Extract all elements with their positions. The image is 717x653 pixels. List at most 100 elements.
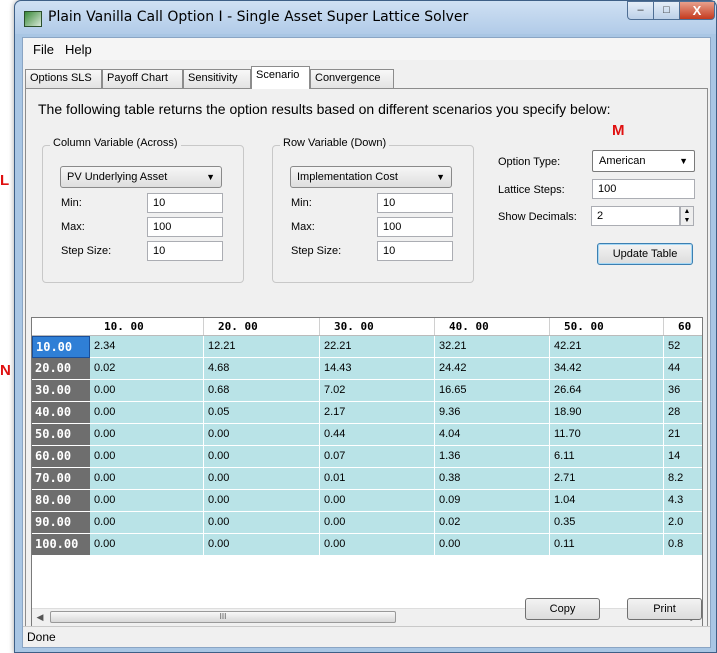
option-type-dropdown[interactable]: American ▼ (592, 150, 695, 172)
table-row[interactable]: 10.00 2.34 12.21 22.21 32.21 42.21 52 (32, 336, 702, 358)
table-cell[interactable]: 24.42 (435, 358, 550, 380)
table-cell[interactable]: 0.05 (204, 402, 320, 424)
table-cell[interactable]: 0.44 (320, 424, 435, 446)
table-row[interactable]: 90.00 0.00 0.00 0.00 0.02 0.35 2.0 (32, 512, 702, 534)
table-cell[interactable]: 0.01 (320, 468, 435, 490)
table-cell[interactable]: 0.09 (435, 490, 550, 512)
table-cell[interactable]: 32.21 (435, 336, 550, 358)
table-cell[interactable]: 0.11 (550, 534, 664, 556)
table-row[interactable]: 30.00 0.00 0.68 7.02 16.65 26.64 36 (32, 380, 702, 402)
table-cell[interactable]: 0.00 (320, 534, 435, 556)
table-cell[interactable]: 0.8 (664, 534, 702, 556)
column-variable-dropdown[interactable]: PV Underlying Asset ▼ (60, 166, 222, 188)
row-min-field[interactable]: 10 (377, 193, 453, 213)
table-cell[interactable]: 0.00 (90, 468, 204, 490)
table-cell[interactable]: 0.00 (90, 446, 204, 468)
column-header[interactable]: 10. 00 (90, 318, 204, 335)
horizontal-scrollbar[interactable]: ◀ III ▶ (32, 608, 702, 626)
tab-payoff-chart[interactable]: Payoff Chart (102, 69, 183, 88)
column-max-field[interactable]: 100 (147, 217, 223, 237)
decimals-spinner[interactable]: ▲ ▼ (680, 206, 694, 226)
column-header[interactable]: 40. 00 (435, 318, 550, 335)
table-row[interactable]: 50.00 0.00 0.00 0.44 4.04 11.70 21 (32, 424, 702, 446)
table-cell[interactable]: 0.00 (435, 534, 550, 556)
table-cell[interactable]: 4.68 (204, 358, 320, 380)
table-cell[interactable]: 4.04 (435, 424, 550, 446)
row-variable-dropdown[interactable]: Implementation Cost ▼ (290, 166, 452, 188)
table-cell[interactable]: 0.00 (204, 512, 320, 534)
table-row[interactable]: 100.00 0.00 0.00 0.00 0.00 0.11 0.8 (32, 534, 702, 556)
column-header[interactable]: 20. 00 (204, 318, 320, 335)
table-cell[interactable]: 0.00 (204, 468, 320, 490)
row-max-field[interactable]: 100 (377, 217, 453, 237)
tab-options-sls[interactable]: Options SLS (25, 69, 102, 88)
column-header[interactable]: 30. 00 (320, 318, 435, 335)
table-cell[interactable]: 0.00 (320, 512, 435, 534)
table-row[interactable]: 80.00 0.00 0.00 0.00 0.09 1.04 4.3 (32, 490, 702, 512)
table-row[interactable]: 70.00 0.00 0.00 0.01 0.38 2.71 8.2 (32, 468, 702, 490)
table-cell[interactable]: 0.38 (435, 468, 550, 490)
table-cell[interactable]: 4.3 (664, 490, 702, 512)
table-row[interactable]: 60.00 0.00 0.00 0.07 1.36 6.11 14 (32, 446, 702, 468)
table-cell[interactable]: 14 (664, 446, 702, 468)
table-cell[interactable]: 0.68 (204, 380, 320, 402)
results-grid[interactable]: 10. 00 20. 00 30. 00 40. 00 50. 00 60 10… (31, 317, 703, 627)
table-cell[interactable]: 16.65 (435, 380, 550, 402)
table-cell[interactable]: 0.00 (90, 402, 204, 424)
table-cell[interactable]: 28 (664, 402, 702, 424)
table-row[interactable]: 20.00 0.02 4.68 14.43 24.42 34.42 44 (32, 358, 702, 380)
table-cell[interactable]: 0.07 (320, 446, 435, 468)
table-cell[interactable]: 12.21 (204, 336, 320, 358)
menu-file[interactable]: File (33, 42, 54, 57)
row-step-field[interactable]: 10 (377, 241, 453, 261)
table-cell[interactable]: 0.00 (90, 512, 204, 534)
row-header[interactable]: 50.00 (32, 424, 90, 446)
table-cell[interactable]: 7.02 (320, 380, 435, 402)
table-cell[interactable]: 2.71 (550, 468, 664, 490)
table-cell[interactable]: 2.0 (664, 512, 702, 534)
row-header[interactable]: 10.00 (32, 336, 90, 358)
row-header[interactable]: 80.00 (32, 490, 90, 512)
close-button[interactable]: X (679, 1, 715, 20)
table-cell[interactable]: 52 (664, 336, 702, 358)
table-cell[interactable]: 0.00 (90, 424, 204, 446)
row-header[interactable]: 90.00 (32, 512, 90, 534)
menu-help[interactable]: Help (65, 42, 92, 57)
table-cell[interactable]: 14.43 (320, 358, 435, 380)
table-cell[interactable]: 11.70 (550, 424, 664, 446)
minimize-button[interactable]: – (627, 1, 654, 20)
table-cell[interactable]: 0.00 (90, 490, 204, 512)
table-cell[interactable]: 0.02 (435, 512, 550, 534)
table-cell[interactable]: 6.11 (550, 446, 664, 468)
table-cell[interactable]: 1.04 (550, 490, 664, 512)
row-header[interactable]: 70.00 (32, 468, 90, 490)
table-row[interactable]: 40.00 0.00 0.05 2.17 9.36 18.90 28 (32, 402, 702, 424)
table-cell[interactable]: 8.2 (664, 468, 702, 490)
row-header[interactable]: 30.00 (32, 380, 90, 402)
table-cell[interactable]: 0.00 (204, 424, 320, 446)
table-cell[interactable]: 0.02 (90, 358, 204, 380)
table-cell[interactable]: 0.00 (204, 446, 320, 468)
print-button[interactable]: Print (627, 598, 702, 620)
table-cell[interactable]: 34.42 (550, 358, 664, 380)
table-cell[interactable]: 0.35 (550, 512, 664, 534)
column-min-field[interactable]: 10 (147, 193, 223, 213)
table-cell[interactable]: 1.36 (435, 446, 550, 468)
row-header[interactable]: 60.00 (32, 446, 90, 468)
title-bar[interactable]: Plain Vanilla Call Option I - Single Ass… (15, 1, 716, 34)
row-header[interactable]: 100.00 (32, 534, 90, 556)
maximize-button[interactable]: □ (653, 1, 680, 20)
scroll-left-icon[interactable]: ◀ (32, 609, 48, 625)
table-cell[interactable]: 42.21 (550, 336, 664, 358)
tab-scenario[interactable]: Scenario (251, 66, 310, 89)
copy-button[interactable]: Copy (525, 598, 600, 620)
row-header[interactable]: 20.00 (32, 358, 90, 380)
table-cell[interactable]: 21 (664, 424, 702, 446)
row-header[interactable]: 40.00 (32, 402, 90, 424)
table-cell[interactable]: 22.21 (320, 336, 435, 358)
table-cell[interactable]: 26.64 (550, 380, 664, 402)
column-header[interactable]: 50. 00 (550, 318, 664, 335)
table-cell[interactable]: 0.00 (90, 534, 204, 556)
scroll-thumb[interactable]: III (50, 611, 396, 623)
table-cell[interactable]: 2.34 (90, 336, 204, 358)
